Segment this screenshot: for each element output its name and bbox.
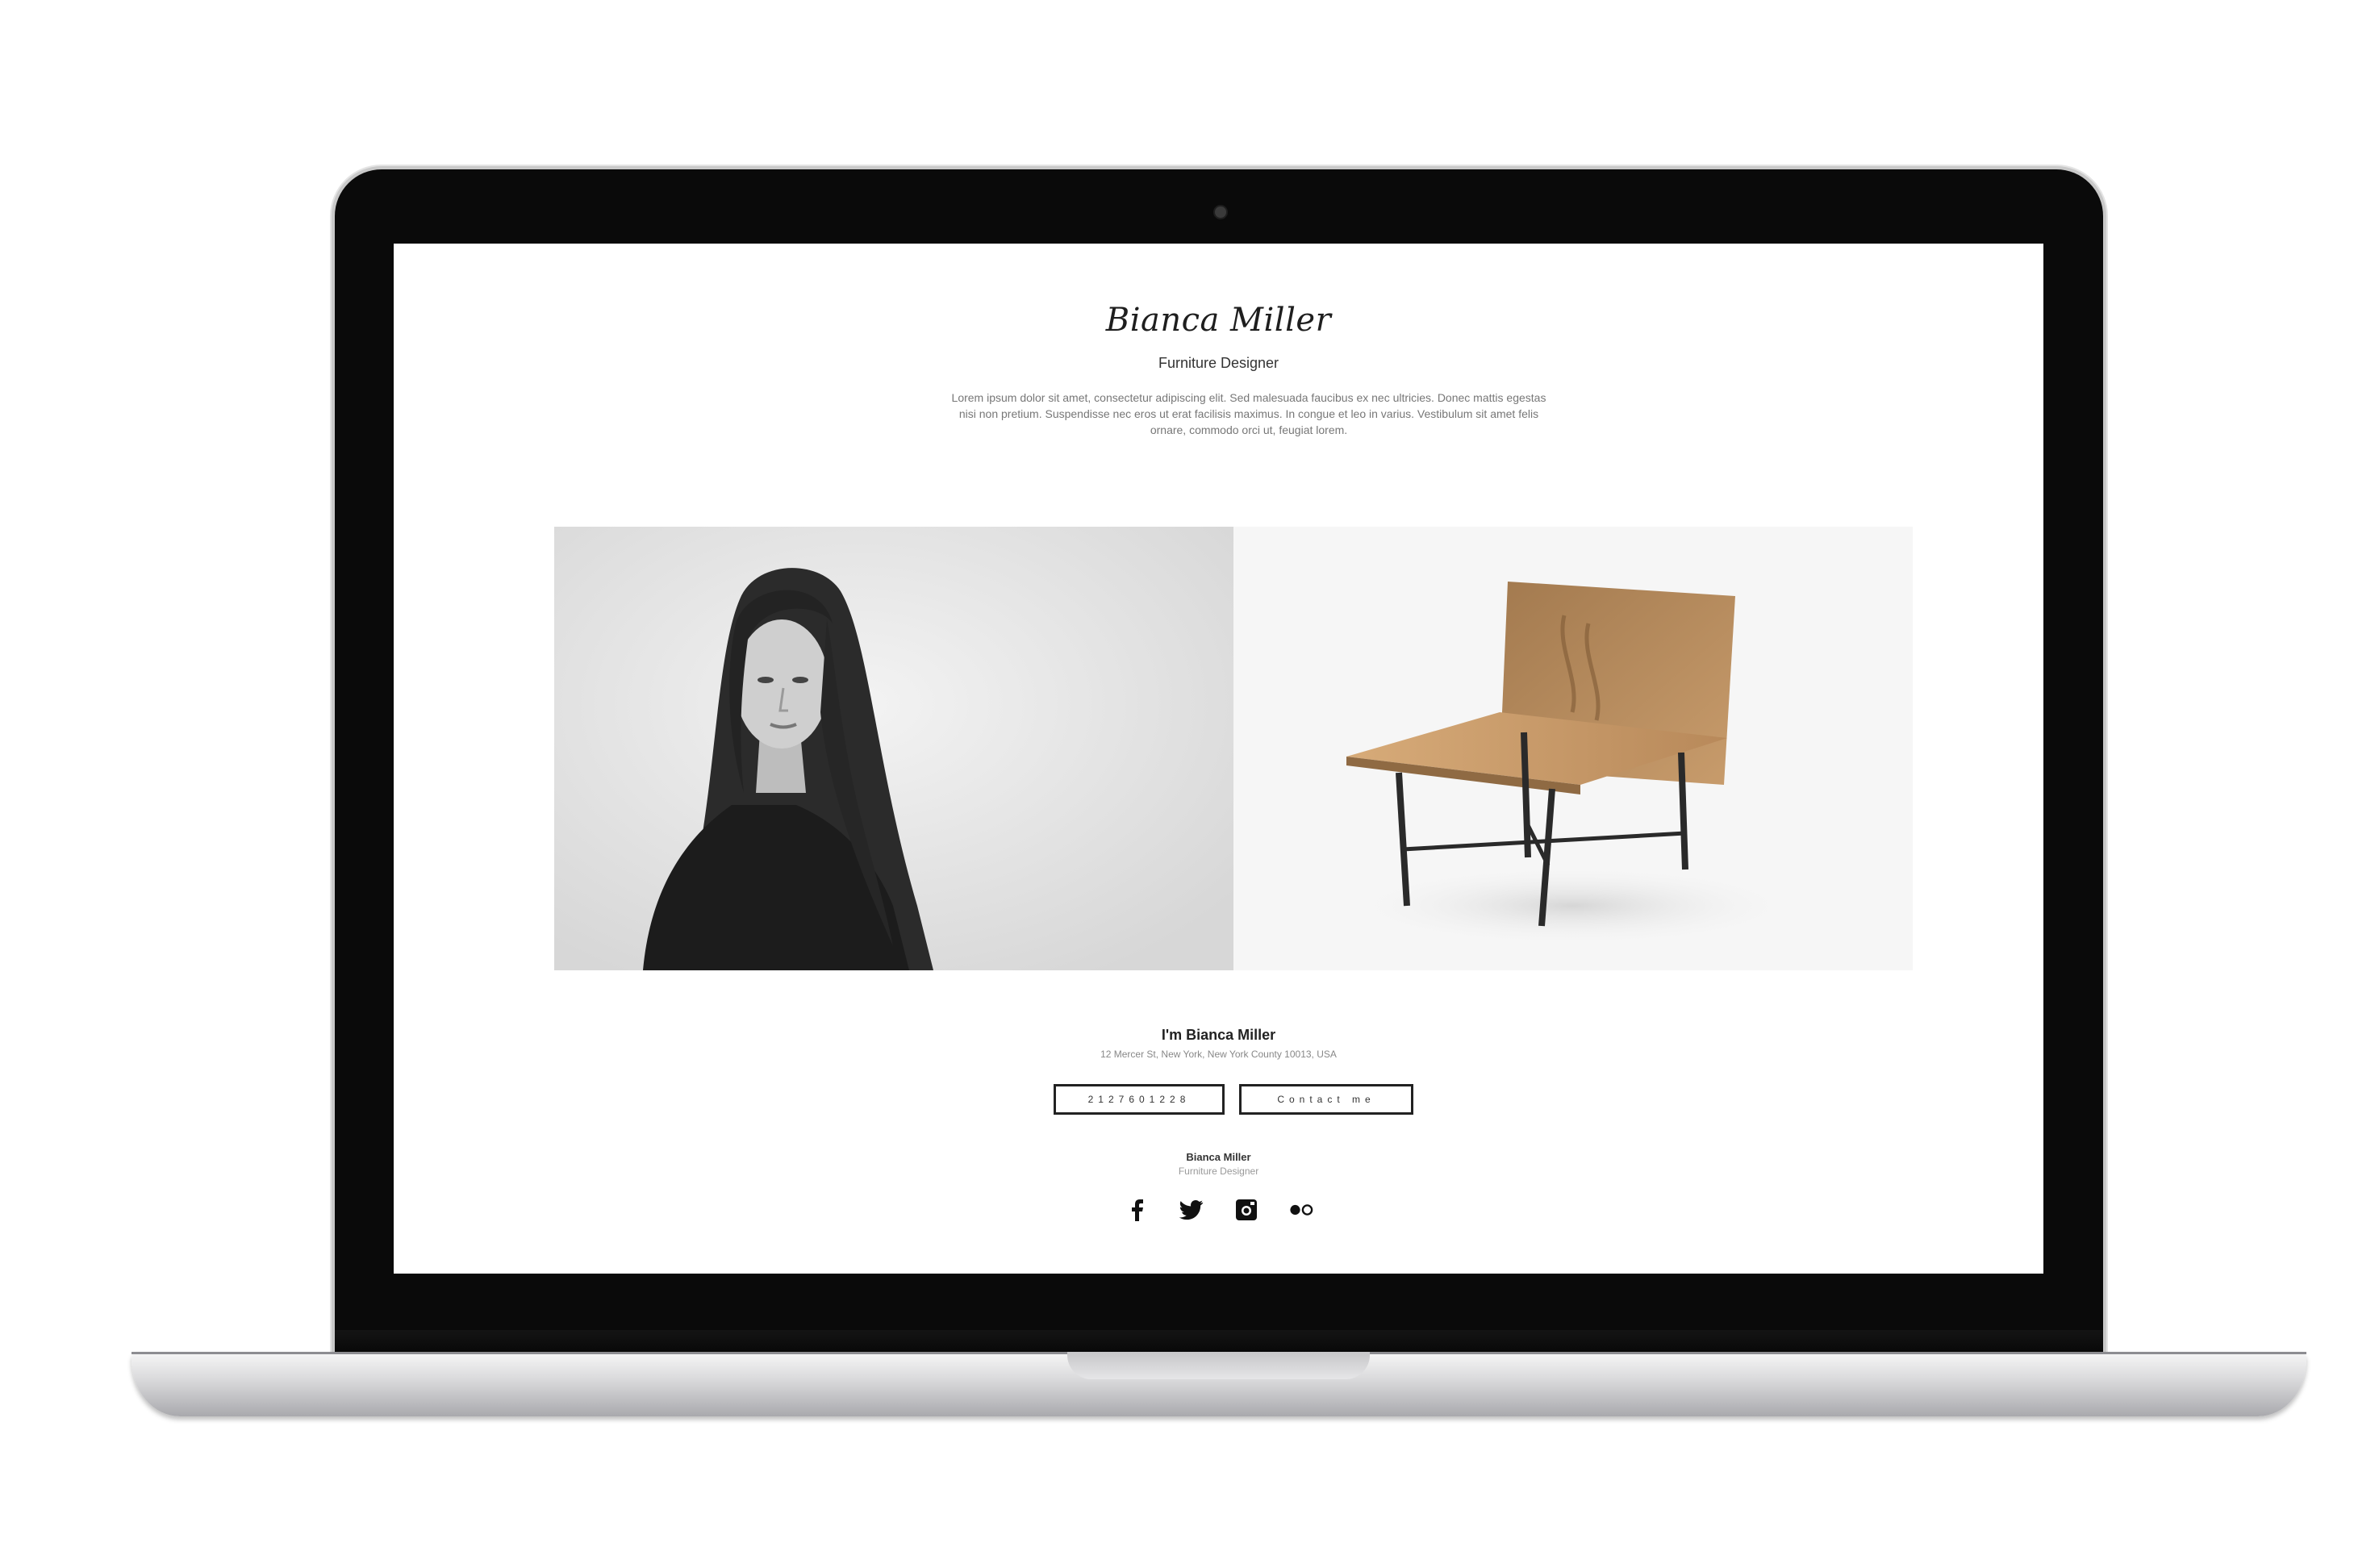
chair-illustration	[1233, 527, 1913, 970]
instagram-icon[interactable]	[1234, 1198, 1258, 1222]
portrait-illustration	[554, 527, 1233, 970]
intro-text: Lorem ipsum dolor sit amet, consectetur …	[951, 391, 1546, 436]
laptop-base	[131, 1352, 2306, 1416]
portrait-photo	[554, 527, 1233, 970]
base-notch	[1067, 1352, 1370, 1379]
footer-name: Bianca Miller	[1186, 1151, 1251, 1163]
flickr-icon[interactable]	[1289, 1198, 1313, 1222]
footer-role: Furniture Designer	[1178, 1166, 1259, 1177]
phone-button[interactable]: 2127601228	[1054, 1084, 1225, 1115]
facebook-icon[interactable]	[1125, 1198, 1149, 1222]
site-subtitle: Furniture Designer	[1158, 355, 1279, 371]
about-title: I'm Bianca Miller	[1161, 1027, 1276, 1043]
contact-me-button[interactable]: Contact me	[1239, 1084, 1413, 1115]
social-links	[394, 1198, 2043, 1222]
site-title: Bianca Miller	[1105, 302, 1332, 339]
twitter-icon[interactable]	[1179, 1198, 1204, 1222]
about-address: 12 Mercer St, New York, New York County …	[1100, 1049, 1337, 1060]
wooden-chair-photo	[1233, 527, 1913, 970]
webcam	[1213, 205, 1228, 219]
laptop-screen: Bianca Miller Furniture Designer Lorem i…	[394, 244, 2043, 1274]
laptop-lid: Bianca Miller Furniture Designer Lorem i…	[335, 169, 2103, 1359]
